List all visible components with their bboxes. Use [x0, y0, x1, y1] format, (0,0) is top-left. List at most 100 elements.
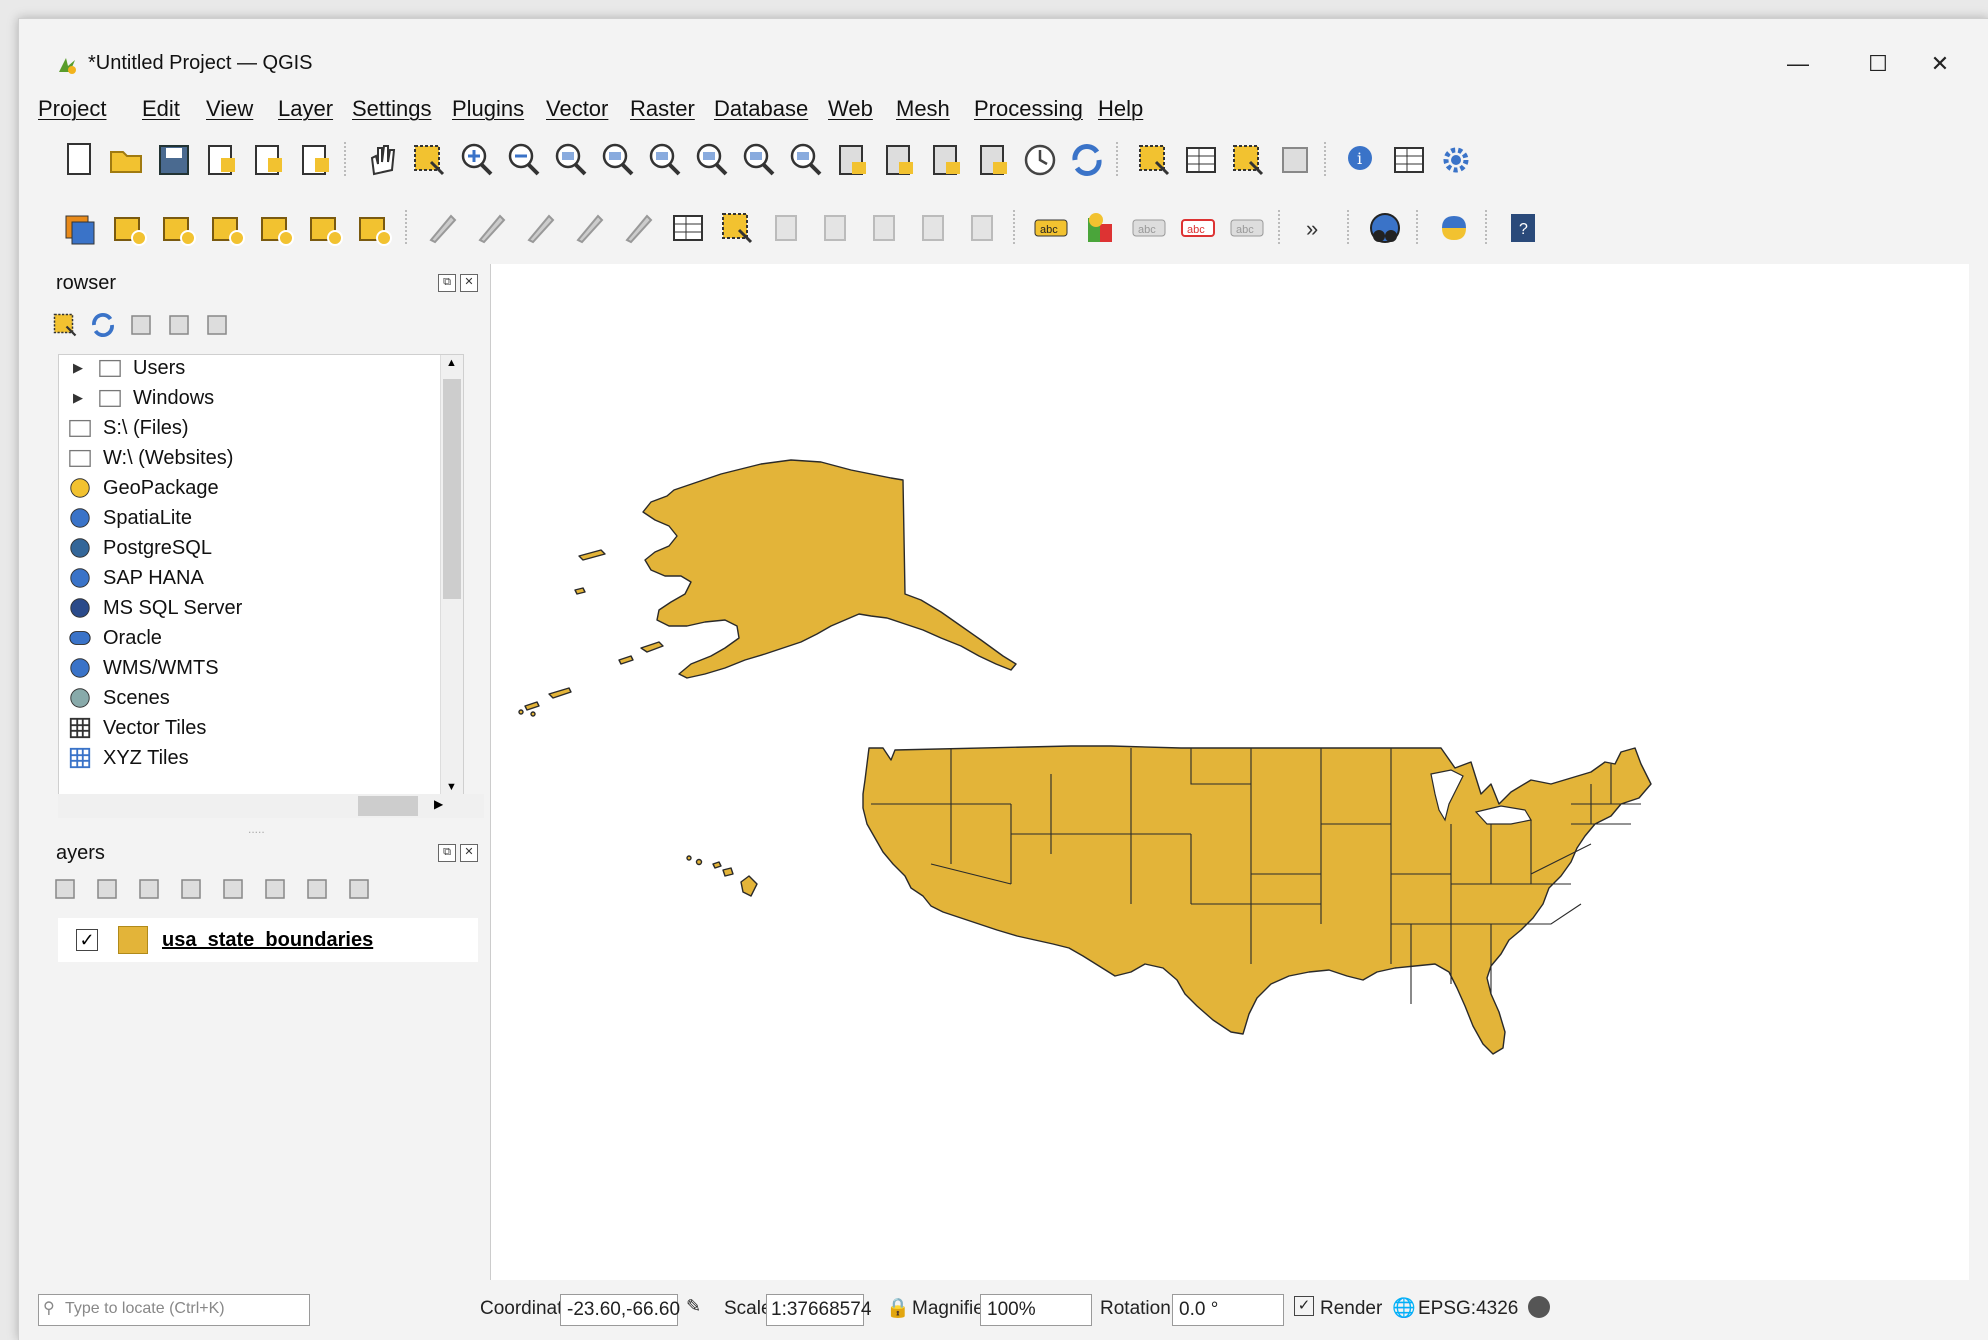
lock-scale-icon[interactable]: 🔒: [886, 1296, 910, 1320]
browser-item[interactable]: Vector Tiles: [67, 713, 206, 743]
add-group-icon[interactable]: [92, 874, 122, 904]
open-attribute-table-icon[interactable]: [1179, 138, 1223, 182]
new-project-icon[interactable]: [58, 138, 102, 182]
scroll-thumb[interactable]: [443, 379, 461, 599]
zoom-native-icon[interactable]: [689, 138, 733, 182]
menu-project[interactable]: Project: [38, 96, 106, 122]
paste-features-icon[interactable]: [862, 206, 906, 250]
close-panel-icon[interactable]: ✕: [460, 844, 478, 862]
add-annotation-icon[interactable]: [1273, 138, 1317, 182]
browser-item[interactable]: PostgreSQL: [67, 533, 212, 563]
menu-web[interactable]: Web: [828, 96, 873, 122]
redo-icon[interactable]: [960, 206, 1004, 250]
browser-item[interactable]: SpatiaLite: [67, 503, 192, 533]
browser-item[interactable]: WMS/WMTS: [67, 653, 219, 683]
expand-arrow-icon[interactable]: ▶: [73, 360, 87, 376]
menu-vector[interactable]: Vector: [546, 96, 608, 122]
menu-layer[interactable]: Layer: [278, 96, 333, 122]
menu-edit[interactable]: Edit: [142, 96, 180, 122]
close-button[interactable]: ✕: [1910, 44, 1970, 84]
browser-item[interactable]: Scenes: [67, 683, 170, 713]
crs-button[interactable]: EPSG:4326: [1418, 1298, 1518, 1320]
zoom-last-icon[interactable]: [736, 138, 780, 182]
more-icon[interactable]: »: [1294, 206, 1338, 250]
save-project-icon[interactable]: [152, 138, 196, 182]
magnifier-field[interactable]: 100%: [980, 1294, 1092, 1326]
expand-arrow-icon[interactable]: ▶: [73, 390, 87, 406]
show-bookmarks-icon[interactable]: [971, 138, 1015, 182]
layer-visibility-checkbox[interactable]: ✓: [76, 929, 98, 951]
close-panel-icon[interactable]: ✕: [460, 274, 478, 292]
identify-icon[interactable]: i: [1340, 138, 1384, 182]
statistics-icon[interactable]: [1387, 138, 1431, 182]
browser-item[interactable]: ▶ Users: [73, 355, 185, 383]
digitize-icon[interactable]: [568, 206, 612, 250]
add-selected-icon[interactable]: [50, 310, 80, 340]
zoom-out-icon[interactable]: [501, 138, 545, 182]
new-mesh-layer-icon[interactable]: [352, 206, 396, 250]
menu-mesh[interactable]: Mesh: [896, 96, 950, 122]
delete-selected-icon[interactable]: [715, 206, 759, 250]
pan-to-selection-icon[interactable]: [407, 138, 451, 182]
label-toolbar-icon[interactable]: abc: [1029, 206, 1073, 250]
map-canvas[interactable]: [490, 264, 1969, 1280]
refresh-icon[interactable]: [88, 310, 118, 340]
browser-item[interactable]: Oracle: [67, 623, 162, 653]
copy-features-icon[interactable]: [813, 206, 857, 250]
info-icon[interactable]: [202, 310, 232, 340]
expand-all-icon[interactable]: [260, 874, 290, 904]
browser-horizontal-scrollbar[interactable]: ▶: [58, 794, 484, 818]
new-map-view-icon[interactable]: [830, 138, 874, 182]
toggle-extents-icon[interactable]: ✎: [686, 1296, 701, 1317]
refresh-icon[interactable]: [1065, 138, 1109, 182]
layer-row[interactable]: ✓ usa_state_boundaries: [58, 918, 478, 962]
hscroll-thumb[interactable]: [358, 796, 418, 816]
help-icon[interactable]: ?: [1501, 206, 1545, 250]
new-spatial-bookmark-icon[interactable]: [924, 138, 968, 182]
toggle-editing-icon[interactable]: [470, 206, 514, 250]
menu-help[interactable]: Help: [1098, 96, 1143, 122]
open-datasource-manager-icon[interactable]: [58, 206, 102, 250]
browser-item[interactable]: SAP HANA: [67, 563, 204, 593]
new-virtual-layer-icon[interactable]: [254, 206, 298, 250]
undo-icon[interactable]: [911, 206, 955, 250]
splitter-handle[interactable]: .....: [248, 822, 265, 836]
scale-field[interactable]: 1:37668574: [766, 1294, 871, 1326]
show-hide-labels-icon[interactable]: abc: [1225, 206, 1269, 250]
browser-tree[interactable]: ▶ Users ▶ Windows S:\ (Files) W:\ (Websites) G…: [58, 354, 464, 796]
new-3d-map-view-icon[interactable]: [877, 138, 921, 182]
style-manager-icon[interactable]: [293, 138, 337, 182]
menu-database[interactable]: Database: [714, 96, 808, 122]
pin-labels-icon[interactable]: abc: [1176, 206, 1220, 250]
browser-item[interactable]: W:\ (Websites): [67, 443, 233, 473]
vertex-tool-icon[interactable]: [617, 206, 661, 250]
maximize-button[interactable]: ☐: [1848, 44, 1908, 84]
save-edits-icon[interactable]: [519, 206, 563, 250]
collapse-all-icon[interactable]: [302, 874, 332, 904]
zoom-to-layer-icon[interactable]: [642, 138, 686, 182]
geocoding-icon[interactable]: [1363, 206, 1407, 250]
new-spatialite-layer-icon[interactable]: [205, 206, 249, 250]
zoom-to-selection-icon[interactable]: [595, 138, 639, 182]
temporal-controller-icon[interactable]: [1018, 138, 1062, 182]
menu-plugins[interactable]: Plugins: [452, 96, 524, 122]
scroll-right-icon[interactable]: ▶: [434, 797, 443, 811]
cut-features-icon[interactable]: [764, 206, 808, 250]
remove-layer-icon[interactable]: [344, 874, 374, 904]
zoom-full-icon[interactable]: [548, 138, 592, 182]
diagram-icon[interactable]: [1078, 206, 1122, 250]
float-panel-icon[interactable]: ⧉: [438, 274, 456, 292]
browser-vertical-scrollbar[interactable]: ▲ ▼: [440, 355, 463, 795]
filter-by-expression-icon[interactable]: [218, 874, 248, 904]
menu-settings[interactable]: Settings: [352, 96, 432, 122]
minimize-button[interactable]: —: [1768, 44, 1828, 84]
python-icon[interactable]: [1432, 206, 1476, 250]
messages-icon[interactable]: [1528, 1296, 1550, 1318]
browser-item[interactable]: ▶ Windows: [73, 383, 214, 413]
browser-item[interactable]: S:\ (Files): [67, 413, 189, 443]
layer-name[interactable]: usa_state_boundaries: [162, 929, 373, 952]
select-features-icon[interactable]: [1132, 138, 1176, 182]
menu-view[interactable]: View: [206, 96, 253, 122]
open-project-icon[interactable]: [105, 138, 149, 182]
scroll-up-icon[interactable]: ▲: [446, 357, 457, 369]
